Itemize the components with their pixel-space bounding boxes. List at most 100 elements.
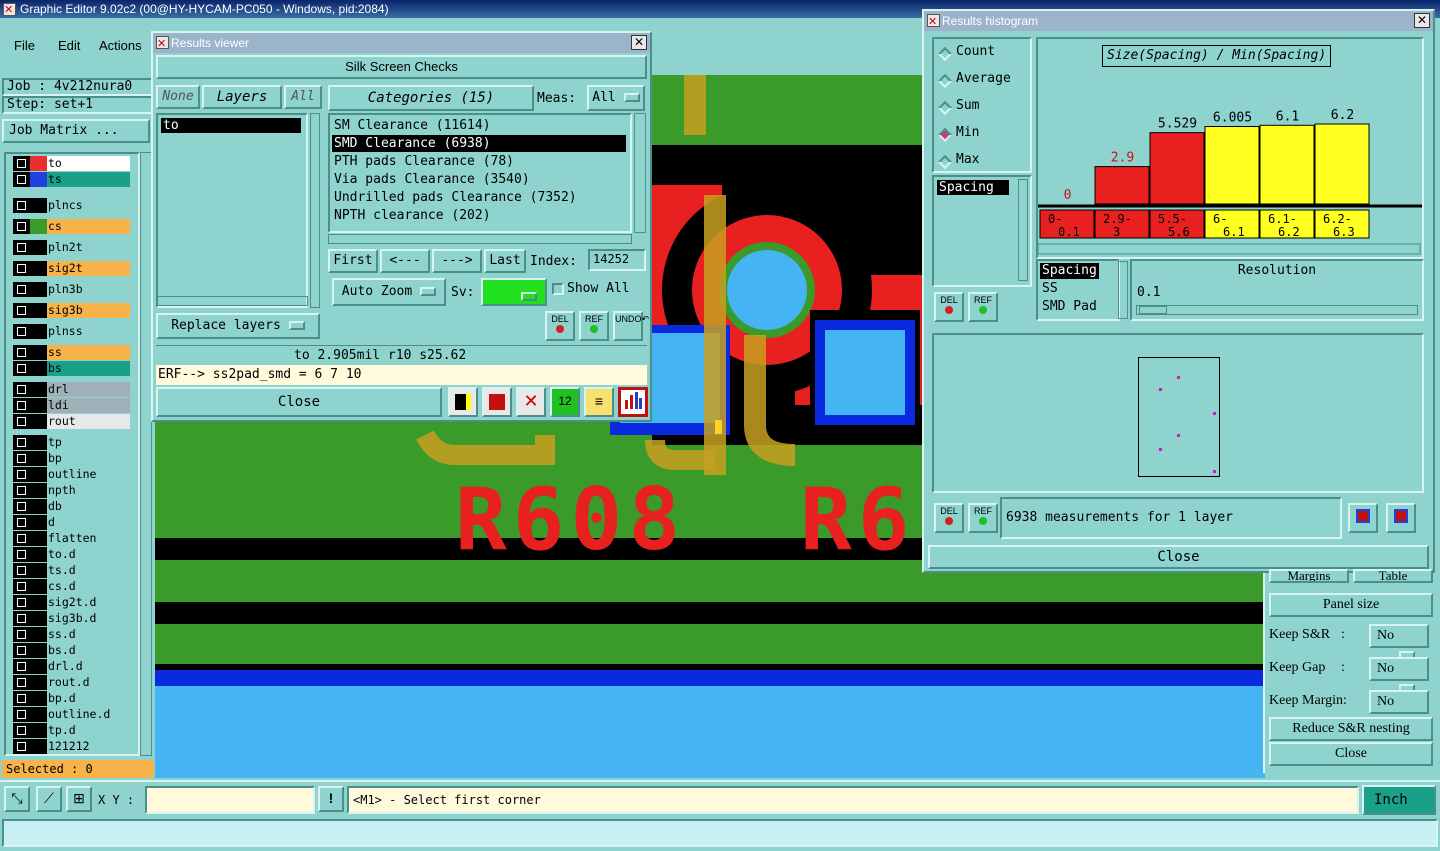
type-item[interactable]: Spacing bbox=[1040, 263, 1099, 279]
close-icon[interactable]: ✕ bbox=[1414, 13, 1430, 28]
layer-name[interactable]: bp.d bbox=[47, 691, 130, 706]
layer-name[interactable]: sig2t bbox=[47, 261, 130, 276]
layer-row[interactable]: #000000sig2t bbox=[13, 261, 130, 276]
chart-hscrollbar[interactable] bbox=[1038, 243, 1421, 255]
measure-icon[interactable]: ⟋ bbox=[36, 786, 62, 812]
layer-name[interactable]: pln3b bbox=[47, 282, 130, 297]
report-icon[interactable] bbox=[448, 387, 478, 417]
layer-row[interactable]: #000000db bbox=[13, 499, 130, 514]
table-button[interactable]: Table bbox=[1353, 569, 1433, 583]
layer-checkbox[interactable] bbox=[13, 675, 30, 690]
layer-name[interactable]: ts bbox=[47, 172, 130, 187]
del-button[interactable]: DEL bbox=[545, 311, 575, 341]
histogram-close-button[interactable]: Close bbox=[928, 545, 1429, 569]
layer-checkbox[interactable] bbox=[13, 531, 30, 546]
zoom-fit-icon[interactable]: ⤡ bbox=[4, 786, 30, 812]
type-scrollbar[interactable] bbox=[1118, 261, 1128, 319]
auto-zoom-dropdown[interactable]: Auto Zoom bbox=[332, 278, 446, 306]
layer-name[interactable]: drl bbox=[47, 382, 130, 397]
type-item[interactable]: SS bbox=[1040, 281, 1060, 297]
layer-name[interactable]: sig3b bbox=[47, 303, 130, 318]
histogram-bar[interactable] bbox=[1204, 126, 1260, 205]
keep-gap-dropdown[interactable]: No bbox=[1369, 657, 1429, 681]
layer-checkbox[interactable] bbox=[13, 198, 30, 213]
category-item[interactable]: SM Clearance (11614) bbox=[332, 117, 626, 134]
menu-actions[interactable]: Actions bbox=[99, 38, 142, 53]
radio-sum[interactable] bbox=[937, 100, 953, 116]
layer-list-hscrollbar[interactable] bbox=[156, 296, 308, 306]
categories-hscrollbar[interactable] bbox=[328, 234, 632, 244]
layer-checkbox[interactable] bbox=[13, 563, 30, 578]
layer-name[interactable]: outline bbox=[47, 467, 130, 482]
layer-checkbox[interactable] bbox=[13, 240, 30, 255]
layer-checkbox[interactable] bbox=[13, 467, 30, 482]
layer-row[interactable]: #2040e0ts bbox=[13, 172, 130, 187]
layer-checkbox[interactable] bbox=[13, 707, 30, 722]
layer-row[interactable]: #000000npth bbox=[13, 483, 130, 498]
layer-name[interactable]: plnss bbox=[47, 324, 130, 339]
menu-file[interactable]: File bbox=[14, 38, 35, 53]
layer-checkbox[interactable] bbox=[13, 282, 30, 297]
zoom-to-icon[interactable] bbox=[1348, 503, 1378, 533]
layer-row[interactable]: #000000tp bbox=[13, 435, 130, 450]
zoom-back-icon[interactable] bbox=[1386, 503, 1416, 533]
layer-row[interactable]: #000000outline.d bbox=[13, 707, 130, 722]
layer-checkbox[interactable] bbox=[13, 579, 30, 594]
layer-checkbox[interactable] bbox=[13, 723, 30, 738]
layer-name[interactable]: sig3b.d bbox=[47, 611, 130, 626]
layer-name[interactable]: flatten bbox=[47, 531, 130, 546]
layer-checkbox[interactable] bbox=[13, 739, 30, 754]
job-matrix-button[interactable]: Job Matrix ... bbox=[2, 119, 150, 143]
layer-checkbox[interactable] bbox=[13, 324, 30, 339]
first-button[interactable]: First bbox=[328, 249, 378, 273]
info-button[interactable]: ! bbox=[318, 786, 344, 812]
mode-label[interactable]: Max bbox=[956, 152, 979, 167]
replace-layers-dropdown[interactable]: Replace layers bbox=[156, 313, 320, 339]
last-button[interactable]: Last bbox=[484, 249, 526, 273]
layer-name[interactable]: rout bbox=[47, 414, 130, 429]
categories-button[interactable]: Categories (15) bbox=[328, 85, 534, 111]
layer-name[interactable]: sig2t.d bbox=[47, 595, 130, 610]
list-item[interactable]: Spacing bbox=[937, 180, 1009, 195]
layer-row[interactable]: #000000drl.d bbox=[13, 659, 130, 674]
layer-row[interactable]: #000000d bbox=[13, 515, 130, 530]
close-icon[interactable]: ✕ bbox=[631, 35, 647, 50]
ref-button[interactable]: REF bbox=[579, 311, 609, 341]
layer-checkbox[interactable] bbox=[13, 515, 30, 530]
index-field[interactable]: 14252 bbox=[588, 249, 646, 271]
category-item[interactable]: Undrilled pads Clearance (7352) bbox=[332, 189, 626, 206]
histogram-bar[interactable] bbox=[1149, 132, 1205, 205]
type-item[interactable]: SMD Pad bbox=[1040, 299, 1099, 315]
layer-name[interactable]: bs bbox=[47, 361, 130, 376]
layer-row[interactable]: #000000cs.d bbox=[13, 579, 130, 594]
layer-checkbox[interactable] bbox=[13, 303, 30, 318]
export-icon[interactable] bbox=[482, 387, 512, 417]
measure-scrollbar[interactable] bbox=[1018, 179, 1028, 281]
mode-label[interactable]: Count bbox=[956, 44, 995, 59]
layer-name[interactable]: ts.d bbox=[47, 563, 130, 578]
layer-name[interactable]: tp.d bbox=[47, 723, 130, 738]
layer-name[interactable]: ss.d bbox=[47, 627, 130, 642]
layer-checkbox[interactable] bbox=[13, 382, 30, 397]
layer-checkbox[interactable] bbox=[13, 219, 30, 234]
layer-row[interactable]: #000000bs bbox=[13, 361, 130, 376]
mode-label[interactable]: Average bbox=[956, 71, 1011, 86]
layer-name[interactable]: 121212 bbox=[47, 739, 130, 754]
layer-checkbox[interactable] bbox=[13, 499, 30, 514]
grid-icon[interactable]: ⊞ bbox=[66, 786, 92, 812]
radio-average[interactable] bbox=[937, 73, 953, 89]
layer-checkbox[interactable] bbox=[13, 361, 30, 376]
undo-button[interactable]: UNDO↶ bbox=[613, 311, 649, 341]
histogram-icon[interactable] bbox=[618, 387, 648, 417]
resolution-slider[interactable] bbox=[1136, 305, 1418, 315]
layer-checkbox[interactable] bbox=[13, 691, 30, 706]
categories-list[interactable]: SM Clearance (11614) SMD Clearance (6938)… bbox=[328, 113, 632, 233]
category-item[interactable]: NPTH clearance (202) bbox=[332, 207, 626, 224]
layer-name[interactable]: pln2t bbox=[47, 240, 130, 255]
meas-dropdown[interactable]: All bbox=[587, 85, 645, 111]
layer-checkbox[interactable] bbox=[13, 451, 30, 466]
layer-checkbox[interactable] bbox=[13, 345, 30, 360]
slider-thumb[interactable] bbox=[1139, 306, 1167, 314]
layer-row[interactable]: #000000plnss bbox=[13, 324, 130, 339]
none-button[interactable]: None bbox=[156, 85, 200, 109]
